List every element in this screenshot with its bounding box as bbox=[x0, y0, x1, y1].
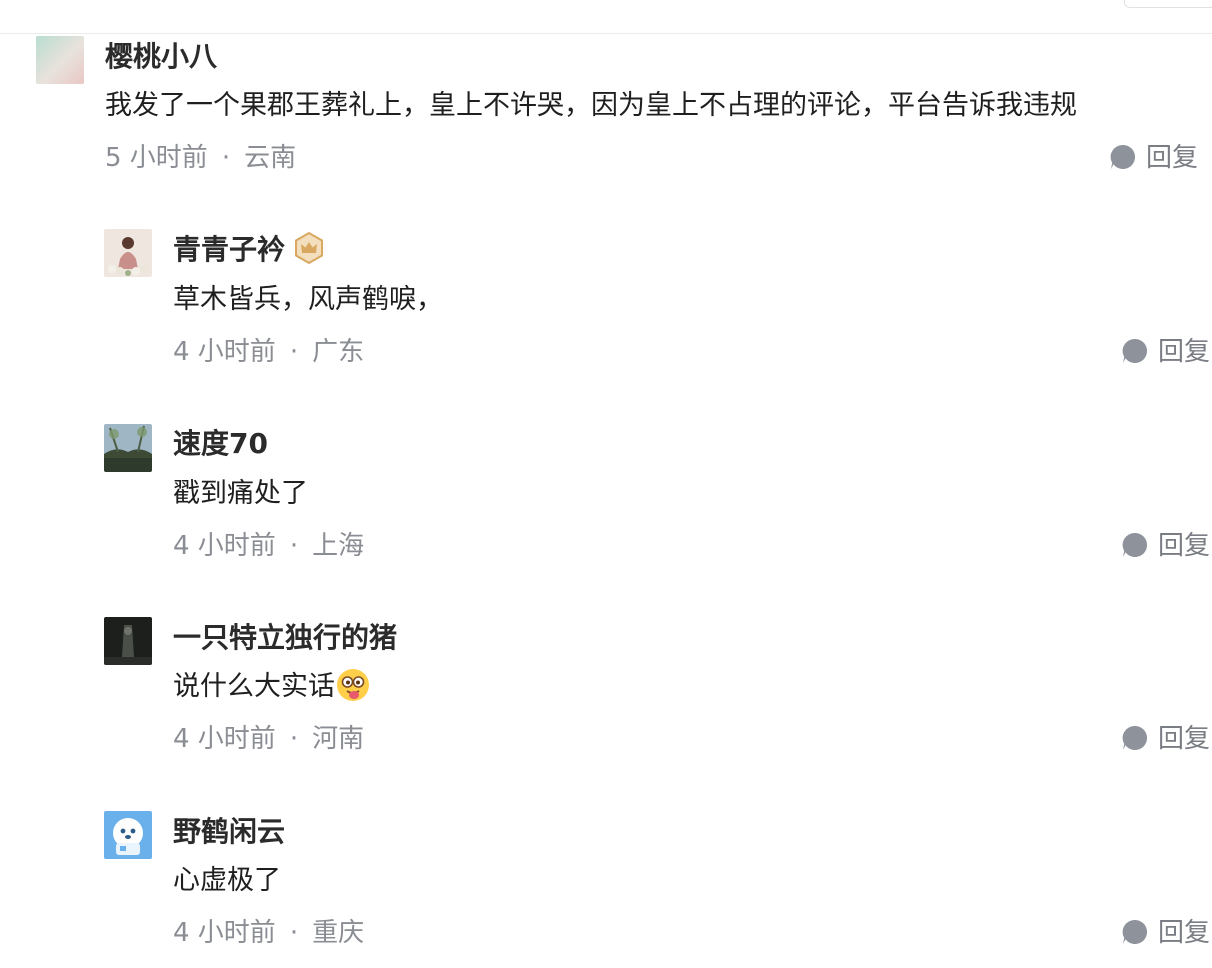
avatar[interactable] bbox=[104, 617, 152, 665]
avatar[interactable] bbox=[104, 424, 152, 472]
meta-separator: · bbox=[221, 143, 231, 173]
comment-bubble-icon bbox=[1110, 144, 1136, 169]
avatar-image bbox=[104, 229, 152, 277]
comment-location: 重庆 bbox=[312, 918, 365, 948]
meta-separator: · bbox=[289, 724, 299, 754]
username-text: 青青子衿 bbox=[173, 233, 286, 266]
reply-label: 回复 bbox=[1157, 724, 1210, 754]
top-bar bbox=[0, 0, 1212, 34]
comment-location: 云南 bbox=[244, 143, 297, 173]
reply-label: 回复 bbox=[1145, 143, 1198, 173]
comment-text: 戳到痛处了 bbox=[173, 478, 308, 509]
comment-time: 4 小时前 bbox=[173, 531, 276, 561]
reply-button[interactable]: 回复 bbox=[1122, 530, 1210, 562]
crown-badge-icon bbox=[293, 231, 325, 265]
comment-text: 说什么大实话 bbox=[173, 668, 370, 705]
comment-time: 4 小时前 bbox=[173, 724, 276, 754]
comment-bubble-icon bbox=[1122, 338, 1148, 363]
reply-button[interactable]: 回复 bbox=[1122, 336, 1210, 368]
meta-separator: · bbox=[289, 531, 299, 561]
comment-meta: 4 小时前 · 重庆 bbox=[173, 917, 364, 949]
comment-time: 4 小时前 bbox=[173, 918, 276, 948]
comment-location: 上海 bbox=[312, 531, 365, 561]
comment-time: 5 小时前 bbox=[105, 143, 208, 173]
avatar-image bbox=[104, 617, 152, 665]
avatar-image bbox=[104, 424, 152, 472]
comment-bubble-icon bbox=[1122, 725, 1148, 750]
comment-location: 河南 bbox=[312, 724, 365, 754]
comment-text: 我发了一个果郡王葬礼上，皇上不许哭，因为皇上不占理的评论，平台告诉我违规 bbox=[105, 90, 1077, 121]
comment-meta: 4 小时前 · 上海 bbox=[173, 530, 364, 562]
comment-bubble-icon bbox=[1122, 919, 1148, 944]
comment-time: 4 小时前 bbox=[173, 337, 276, 367]
reply-label: 回复 bbox=[1157, 918, 1210, 948]
username[interactable]: 野鹤闲云 bbox=[173, 815, 285, 849]
comment-meta: 5 小时前 · 云南 bbox=[105, 142, 296, 174]
comment-meta: 4 小时前 · 河南 bbox=[173, 723, 364, 755]
username[interactable]: 速度70 bbox=[173, 427, 268, 461]
top-input-edge[interactable] bbox=[1124, 0, 1212, 8]
comment-meta: 4 小时前 · 广东 bbox=[173, 336, 364, 368]
avatar[interactable] bbox=[104, 229, 152, 277]
reply-label: 回复 bbox=[1157, 531, 1210, 561]
meta-separator: · bbox=[289, 337, 299, 367]
reply-button[interactable]: 回复 bbox=[1110, 142, 1198, 174]
comment-text: 心虚极了 bbox=[173, 865, 281, 896]
avatar-image bbox=[104, 811, 152, 859]
reply-button[interactable]: 回复 bbox=[1122, 723, 1210, 755]
username[interactable]: 一只特立独行的猪 bbox=[173, 621, 397, 655]
comment-text: 草木皆兵，风声鹤唳， bbox=[173, 284, 443, 315]
meta-separator: · bbox=[289, 918, 299, 948]
comment-text-body: 说什么大实话 bbox=[173, 671, 335, 702]
comment-bubble-icon bbox=[1122, 532, 1148, 557]
username[interactable]: 樱桃小八 bbox=[105, 40, 217, 74]
avatar-image bbox=[36, 36, 84, 84]
avatar[interactable] bbox=[104, 811, 152, 859]
nerd-face-emoji-icon bbox=[336, 668, 370, 702]
comment-location: 广东 bbox=[312, 337, 365, 367]
username[interactable]: 青青子衿 bbox=[173, 231, 325, 267]
reply-button[interactable]: 回复 bbox=[1122, 917, 1210, 949]
reply-label: 回复 bbox=[1157, 337, 1210, 367]
avatar[interactable] bbox=[36, 36, 84, 84]
